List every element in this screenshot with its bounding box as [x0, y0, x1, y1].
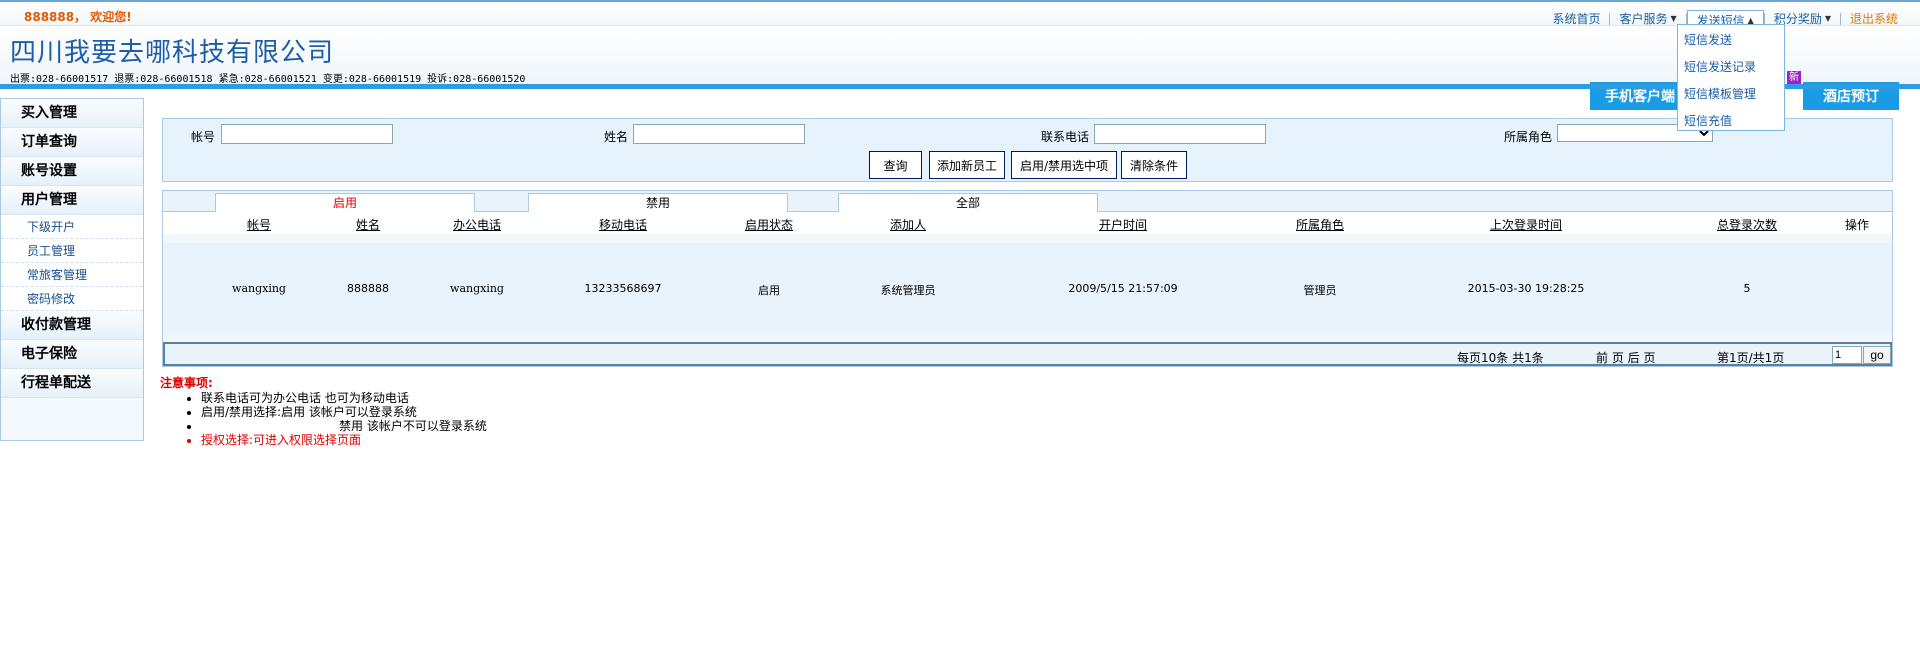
nav-logout-link[interactable]: 退出系统: [1841, 11, 1898, 27]
caret-down-icon: ▼: [1670, 14, 1677, 23]
sidebar-subitem-staff[interactable]: 员工管理: [1, 239, 143, 263]
table-row[interactable]: wangxing 888888 wangxing 13233568697 启用 …: [163, 243, 1892, 335]
sidebar-subitem-frequent-travelers[interactable]: 常旅客管理: [1, 263, 143, 287]
new-badge: 新: [1787, 71, 1801, 85]
page-number-input[interactable]: [1832, 346, 1862, 364]
sidebar-subitem-open-sub-account[interactable]: 下级开户: [1, 215, 143, 239]
column-header-mobile-phone[interactable]: 移动电话: [599, 216, 647, 233]
sidebar: 买入管理 订单查询 账号设置 用户管理 下级开户 员工管理 常旅客管理 密码修改…: [0, 98, 144, 441]
column-header-added-by[interactable]: 添加人: [890, 216, 926, 233]
menu-item-sms-recharge[interactable]: 短信充值: [1678, 110, 1784, 137]
top-bar: 888888， 欢迎您! 系统首页 客户服务 ▼ 发送短信 ▲ 积分奖励 ▼ 退…: [0, 0, 1920, 30]
cell-last-login: 2015-03-30 19:28:25: [1467, 282, 1585, 295]
account-input[interactable]: [221, 124, 393, 144]
sidebar-subitem-password[interactable]: 密码修改: [1, 287, 143, 311]
caret-down-icon: ▼: [1824, 14, 1831, 23]
clear-filters-button[interactable]: 清除条件: [1121, 151, 1187, 179]
header-divider: [0, 84, 1920, 89]
sidebar-item-insurance[interactable]: 电子保险: [1, 340, 143, 369]
page-size-info: 每页10条 共1条: [1457, 351, 1544, 365]
add-staff-button[interactable]: 添加新员工: [929, 151, 1005, 179]
sms-dropdown-menu: 短信发送 短信发送记录 短信模板管理 短信充值: [1677, 24, 1785, 131]
nav-home-link[interactable]: 系统首页: [1543, 11, 1609, 27]
table-header: 帐号 姓名 办公电话 移动电话 启用状态 添加人 开户时间 所属角色 上次登录时…: [163, 212, 1892, 234]
account-label: 帐号: [191, 130, 216, 144]
sidebar-item-orders[interactable]: 订单查询: [1, 128, 143, 157]
note-item-text: 禁用 该帐户不可以登录系统: [339, 419, 487, 433]
cell-role: 管理员: [1303, 284, 1337, 297]
nav-customer-service-menu[interactable]: 客户服务 ▼: [1610, 11, 1685, 27]
column-header-name[interactable]: 姓名: [356, 216, 380, 233]
cell-office-phone: wangxing: [450, 282, 504, 295]
sidebar-item-account[interactable]: 账号设置: [1, 157, 143, 186]
tab-disabled[interactable]: 禁用: [528, 193, 788, 212]
menu-item-sms-history[interactable]: 短信发送记录: [1678, 56, 1784, 83]
page-count-info: 第1页/共1页: [1717, 351, 1785, 365]
note-item: 禁用 该帐户不可以登录系统: [201, 419, 487, 433]
tab-all[interactable]: 全部: [838, 193, 1098, 212]
note-item: 启用/禁用选择:启用 该帐户可以登录系统: [201, 405, 487, 419]
column-header-actions: 操作: [1844, 218, 1870, 232]
menu-item-sms-templates[interactable]: 短信模板管理: [1678, 83, 1784, 110]
hotline-numbers: 出票:028-66001517 退票:028-66001518 紧急:028-6…: [10, 74, 526, 85]
tab-enabled[interactable]: 启用: [215, 193, 475, 212]
sidebar-item-buy[interactable]: 买入管理: [1, 99, 143, 128]
role-label: 所属角色: [1504, 130, 1553, 144]
cell-added-by: 系统管理员: [880, 284, 936, 297]
name-label: 姓名: [604, 130, 629, 144]
column-header-account[interactable]: 帐号: [247, 216, 271, 233]
notes-title: 注意事项:: [160, 376, 213, 390]
column-header-open-time[interactable]: 开户时间: [1099, 216, 1147, 233]
company-name: 四川我要去哪科技有限公司: [10, 38, 335, 68]
notes-list: 联系电话可为办公电话 也可为移动电话 启用/禁用选择:启用 该帐户可以登录系统 …: [201, 391, 487, 447]
name-input[interactable]: [633, 124, 805, 144]
go-button[interactable]: go: [1863, 346, 1891, 364]
cell-name: 888888: [347, 282, 389, 295]
column-header-login-count[interactable]: 总登录次数: [1717, 216, 1777, 233]
note-item: 联系电话可为办公电话 也可为移动电话: [201, 391, 487, 405]
column-header-office-phone[interactable]: 办公电话: [453, 216, 501, 233]
pagination-bar: 每页10条 共1条 前 页 后 页 第1页/共1页 go: [163, 342, 1892, 366]
column-header-role[interactable]: 所属角色: [1296, 216, 1344, 233]
cell-mobile-phone: 13233568697: [584, 282, 662, 295]
phone-label: 联系电话: [1041, 130, 1090, 144]
sidebar-item-itinerary[interactable]: 行程单配送: [1, 369, 143, 398]
sidebar-item-payments[interactable]: 收付款管理: [1, 311, 143, 340]
note-item: 授权选择:可进入权限选择页面: [201, 433, 487, 447]
cell-open-time: 2009/5/15 21:57:09: [1068, 282, 1178, 295]
staff-grid: 启用 禁用 全部 帐号 姓名 办公电话 移动电话 启用状态 添加人 开户时间 所…: [162, 190, 1893, 367]
notes-section: 注意事项: 联系电话可为办公电话 也可为移动电话 启用/禁用选择:启用 该帐户可…: [160, 374, 487, 447]
search-panel: 帐号 姓名 联系电话 所属角色 查询 添加新员工 启用/禁用选中项 清除条件: [162, 118, 1893, 182]
column-header-last-login[interactable]: 上次登录时间: [1490, 216, 1562, 233]
cell-account: wangxing: [232, 282, 286, 295]
column-header-status[interactable]: 启用状态: [745, 216, 793, 233]
query-button[interactable]: 查询: [869, 151, 922, 179]
header: 四川我要去哪科技有限公司 出票:028-66001517 退票:028-6600…: [0, 26, 1920, 110]
phone-input[interactable]: [1094, 124, 1266, 144]
sidebar-item-users[interactable]: 用户管理: [1, 186, 143, 215]
cell-login-count: 5: [1743, 282, 1751, 295]
nav-customer-service-label: 客户服务: [1619, 12, 1668, 26]
toggle-selected-button[interactable]: 启用/禁用选中项: [1011, 151, 1117, 179]
welcome-text: 888888， 欢迎您!: [24, 10, 132, 24]
prev-next-links[interactable]: 前 页 后 页: [1596, 349, 1655, 366]
cell-status: 启用: [758, 284, 780, 297]
menu-item-sms-send[interactable]: 短信发送: [1678, 29, 1784, 56]
